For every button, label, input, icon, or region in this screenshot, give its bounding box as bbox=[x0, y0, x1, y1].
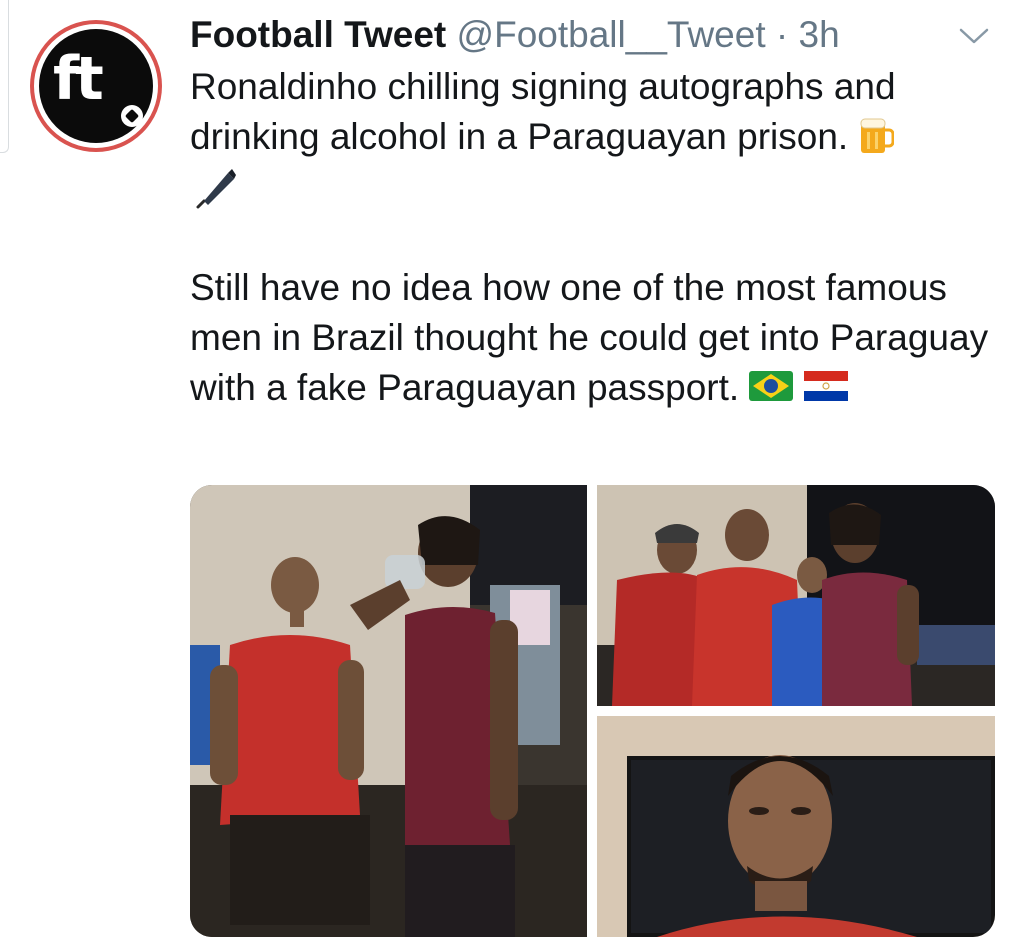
author-handle[interactable]: @Football__Tweet bbox=[457, 14, 766, 55]
previous-card-edge bbox=[0, 0, 9, 153]
tweet-body: Ronaldinho chilling signing autographs a… bbox=[190, 62, 990, 413]
tweet-text-1: Ronaldinho chilling signing autographs a… bbox=[190, 66, 896, 157]
photo-drinking[interactable] bbox=[190, 485, 587, 937]
fountain-pen-icon bbox=[196, 169, 236, 209]
avatar-logo-text: ft bbox=[53, 44, 104, 114]
author-name[interactable]: Football Tweet bbox=[190, 14, 446, 55]
football-icon bbox=[121, 105, 143, 127]
beer-mug-icon bbox=[860, 118, 895, 154]
photo-signing-autographs[interactable] bbox=[597, 485, 995, 706]
chevron-down-icon[interactable] bbox=[958, 24, 990, 48]
tweet-timestamp[interactable]: 3h bbox=[799, 14, 840, 55]
tweet-text-2: Still have no idea how one of the most f… bbox=[190, 267, 989, 409]
separator-dot: · bbox=[765, 14, 799, 55]
media-grid bbox=[190, 485, 995, 937]
tweet-header: Football Tweet @Football__Tweet · 3h bbox=[190, 12, 964, 58]
brazil-flag-icon bbox=[749, 371, 794, 402]
tweet-paragraph-1: Ronaldinho chilling signing autographs a… bbox=[190, 62, 990, 213]
avatar-logo: ft bbox=[39, 29, 153, 143]
paraguay-flag-icon bbox=[803, 371, 848, 402]
tweet-paragraph-2: Still have no idea how one of the most f… bbox=[190, 263, 990, 413]
avatar[interactable]: ft bbox=[30, 20, 162, 152]
photo-inmate-portrait[interactable] bbox=[597, 716, 995, 937]
